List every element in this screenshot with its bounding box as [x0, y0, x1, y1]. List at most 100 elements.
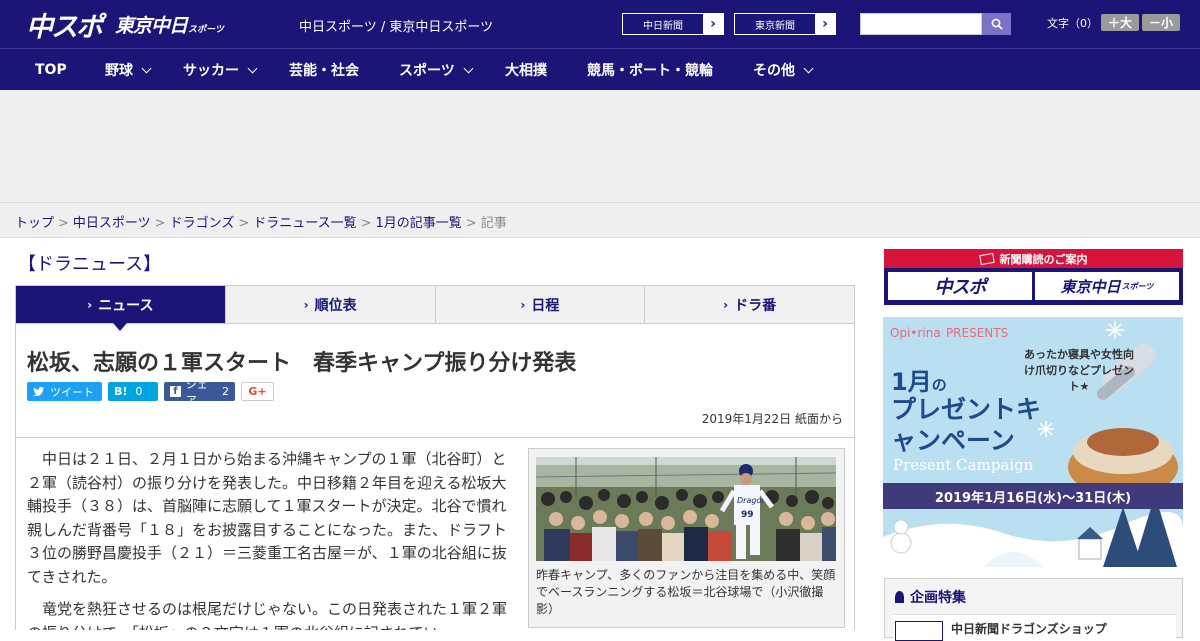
pin-icon [895, 591, 904, 603]
font-bigger-button[interactable]: ＋大 [1101, 14, 1139, 31]
banner-month: 1月の [891, 368, 947, 396]
tweet-label: ツイート [50, 385, 94, 399]
article-date: 2019年1月22日 紙面から [701, 412, 843, 426]
chevron-right-icon: › [520, 297, 526, 312]
nav-item-baseball[interactable]: 野球 [105, 49, 152, 91]
nav-item-entertainment[interactable]: 芸能・社会 [289, 49, 359, 91]
banner-date: 2019年1月16日(水)〜31日(木) [883, 483, 1183, 509]
ext-link-label: 東京新聞 [755, 20, 795, 32]
nav-label: TOP [35, 62, 67, 78]
chevron-right-icon: › [815, 14, 835, 34]
feature-item[interactable]: 中日新聞ドラゴンズショップ [893, 614, 1176, 641]
present-campaign-banner[interactable]: Opi•rina PRESENTS あったか寝具や女性向け爪切りなどプレゼント★… [883, 317, 1183, 567]
tab-schedule[interactable]: › 日程 [435, 286, 646, 323]
search-button[interactable] [982, 13, 1011, 35]
banner-headline: プレゼントキャンペーン [891, 395, 1042, 455]
logo-tokyo-chunichi: 東京中日スポーツ [115, 14, 224, 37]
subscribe-tokyo-chunichi-button[interactable]: 東京中日 スポーツ [1035, 272, 1179, 300]
feature-thumbnail [895, 621, 943, 641]
article-photo[interactable]: Dragons 99 [536, 457, 836, 561]
photo-caption: 昨春キャンプ、多くのファンから注目を集める中、笑顔でベースランニングする松坂＝北… [536, 568, 836, 616]
breadcrumb: トップ > 中日スポーツ > ドラゴンズ > ドラニュース一覧 >1月の記事一覧 > 記事 [15, 212, 507, 231]
breadcrumb-link-top[interactable]: トップ [15, 216, 54, 231]
nav-item-sumo[interactable]: 大相撲 [505, 49, 547, 91]
nav-item-soccer[interactable]: サッカー [183, 49, 258, 91]
nav-label: 競馬・ボート・競輪 [587, 63, 713, 79]
nav-label: その他 [753, 63, 795, 79]
breadcrumb-current: 記事 [480, 216, 507, 231]
article-photo-figure: Dragons 99 昨春キャンプ、多くのファンから注目を集める中、笑顔でベース… [528, 448, 845, 628]
article-body: 中日は２１日、２月１日から始まる沖縄キャンプの１軍（北谷町）と２軍（読谷村）の振… [15, 438, 855, 630]
font-size-label: 文字（0） [1047, 17, 1098, 30]
search-icon [991, 18, 1003, 30]
banner-english: Present Campaign [893, 456, 1034, 474]
tokyo-shimbun-link[interactable]: 東京新聞 › [734, 13, 836, 35]
breadcrumb-separator: > [238, 216, 250, 231]
section-title: 【ドラニュース】 [18, 254, 162, 275]
chevron-right-icon: › [87, 297, 93, 312]
tab-label: ニュース [98, 297, 154, 314]
tweet-button[interactable]: ツイート [27, 382, 102, 401]
nav-label: 野球 [105, 63, 133, 79]
feature-box: 企画特集 中日新聞ドラゴンズショップ [884, 578, 1183, 641]
main-nav: TOP 野球 サッカー 芸能・社会 スポーツ 大相撲 競馬・ボート・競輪 その他 [0, 48, 1200, 90]
article-paragraph: 中日は２１日、２月１日から始まる沖縄キャンプの１軍（北谷町）と２軍（読谷村）の振… [27, 450, 508, 586]
logo-chuspo: 中スポ [26, 11, 103, 43]
article-paragraph: 竜党を熱狂させるのは根尾だけじゃない。この日発表された１軍２軍の振り分けで、「松… [27, 600, 508, 630]
hatena-bookmark-button[interactable]: B! 0 [108, 382, 158, 401]
tab-label: 日程 [531, 297, 560, 314]
breadcrumb-link-january[interactable]: 1月の記事一覧 [376, 216, 462, 231]
banner-subtext: あったか寝具や女性向け爪切りなどプレゼント★ [1024, 348, 1134, 393]
tab-standings[interactable]: › 順位表 [225, 286, 436, 323]
hatena-icon: B! [114, 385, 128, 398]
photo-crowd-image: Dragons 99 [536, 457, 836, 561]
google-plus-button[interactable]: G+ [241, 382, 274, 401]
chevron-down-icon [803, 63, 814, 73]
nav-label: 大相撲 [505, 63, 547, 79]
facebook-share-button[interactable]: f シェア 2 [164, 378, 235, 407]
chevron-right-icon: › [723, 297, 729, 312]
chevron-down-icon [247, 63, 258, 73]
tab-label: 順位表 [314, 297, 357, 314]
subscription-header-label: 新聞購読のご案内 [999, 252, 1088, 266]
site-logo[interactable]: 中スポ 東京中日スポーツ [26, 8, 224, 43]
feature-title: 企画特集 [895, 587, 966, 607]
chevron-right-icon: › [703, 14, 723, 34]
article-header: 松坂、志願の１軍スタート 春季キャンプ振り分け発表 ツイート B! 0 f シェ… [15, 324, 855, 438]
tab-news[interactable]: › ニュース [16, 286, 226, 331]
tab-dra-ban[interactable]: › ドラ番 [645, 286, 854, 323]
site-title-link[interactable]: 中日スポーツ / 東京中日スポーツ [299, 16, 493, 35]
font-smaller-button[interactable]: －小 [1142, 14, 1180, 31]
breadcrumb-link-dra-news[interactable]: ドラニュース一覧 [253, 216, 356, 231]
facebook-share-label: シェア [185, 377, 208, 407]
subscription-box: 新聞購読のご案内 中スポ 東京中日 スポーツ [884, 249, 1183, 305]
breadcrumb-separator: > [58, 216, 69, 231]
breadcrumb-separator: > [154, 216, 166, 231]
ad-banner-area [0, 90, 1200, 202]
banner-brand: Opi•rina PRESENTS [890, 326, 1009, 340]
nav-item-racing[interactable]: 競馬・ボート・競輪 [587, 49, 713, 91]
chunichi-shimbun-link[interactable]: 中日新聞 › [622, 13, 724, 35]
chevron-right-icon: › [303, 297, 309, 312]
nav-label: 芸能・社会 [289, 63, 359, 79]
breadcrumb-link-dragons[interactable]: ドラゴンズ [170, 216, 235, 231]
chevron-down-icon [463, 63, 474, 73]
facebook-count: 2 [222, 385, 229, 398]
tab-bar: › ニュース › 順位表 › 日程 › ドラ番 [15, 285, 855, 331]
subscription-header[interactable]: 新聞購読のご案内 [884, 249, 1183, 268]
google-plus-icon: G+ [248, 385, 267, 398]
subscribe-chuspo-button[interactable]: 中スポ [888, 272, 1032, 300]
nav-item-other[interactable]: その他 [753, 49, 814, 91]
breadcrumb-separator: > [360, 216, 372, 231]
nav-label: サッカー [183, 63, 239, 79]
nav-item-sports[interactable]: スポーツ [399, 49, 474, 91]
hatena-count: 0 [135, 385, 143, 398]
breadcrumb-link-chunichi-sports[interactable]: 中日スポーツ [73, 216, 151, 231]
svg-text:99: 99 [741, 510, 754, 520]
chevron-down-icon [141, 63, 152, 73]
search-input[interactable] [860, 13, 982, 35]
nav-item-top[interactable]: TOP [35, 49, 67, 91]
facebook-icon: f [170, 386, 181, 397]
feature-item-label: 中日新聞ドラゴンズショップ [951, 622, 1107, 636]
twitter-icon [33, 386, 45, 396]
